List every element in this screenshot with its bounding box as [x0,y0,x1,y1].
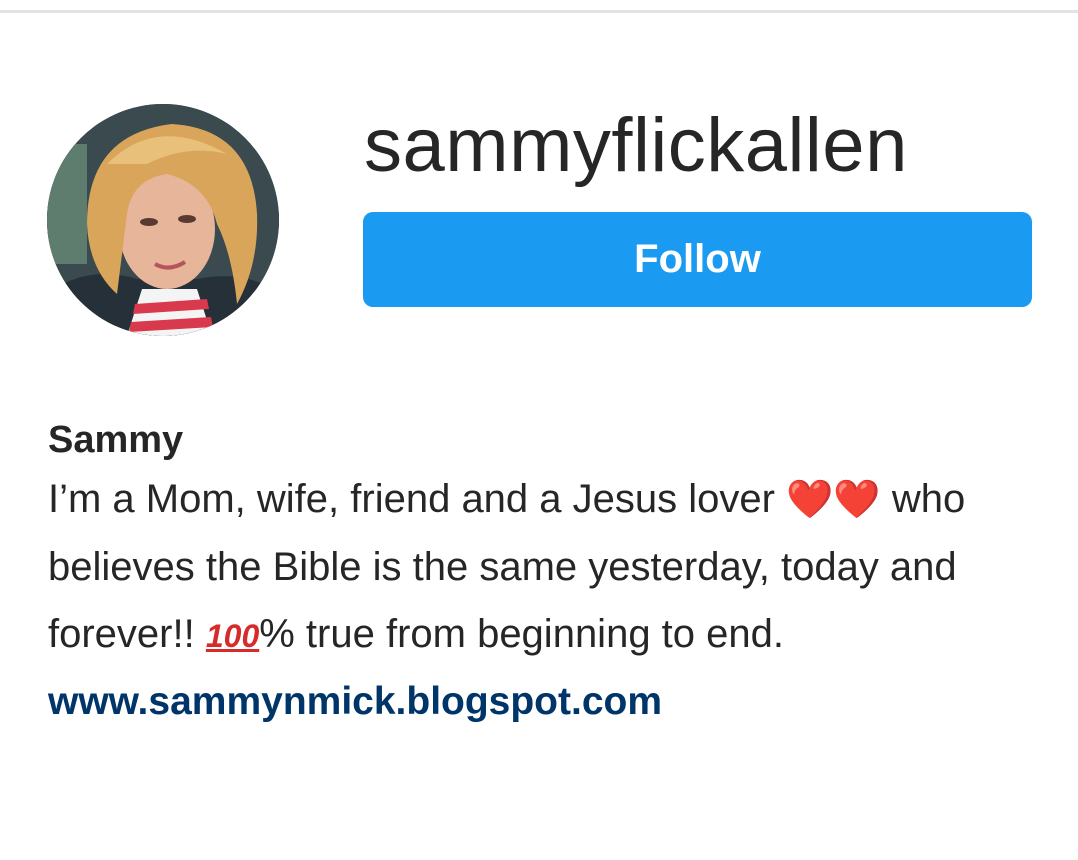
profile-full-name: Sammy [48,419,184,461]
top-divider [0,10,1078,13]
heart-emoji-icon: ❤️❤️ [786,479,881,521]
profile-avatar[interactable] [47,104,279,336]
profile-username: sammyflickallen [364,103,908,188]
avatar-photo [47,104,279,336]
hundred-points-emoji-icon: 100 [205,618,260,654]
bio-text-part1: I’m a Mom, wife, friend and a Jesus love… [48,477,787,521]
profile-bio: Sammy I’m a Mom, wife, friend and a Jesu… [48,414,1038,730]
bio-text-part3: % true from beginning to end. [259,612,784,656]
website-link[interactable]: www.sammynmick.blogspot.com [48,674,1038,730]
follow-button[interactable]: Follow [363,212,1032,307]
bio-text: I’m a Mom, wife, friend and a Jesus love… [48,466,1038,670]
